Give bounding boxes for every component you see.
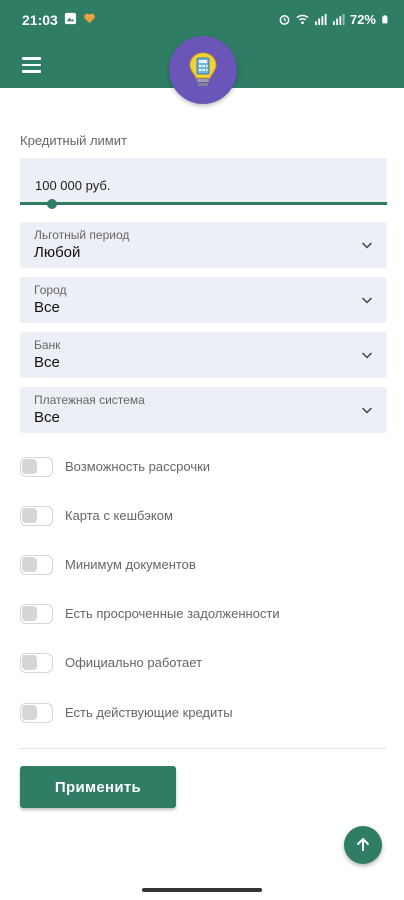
select-label: Город: [34, 283, 67, 297]
status-time: 21:03: [22, 12, 58, 28]
select-label: Платежная система: [34, 393, 145, 407]
menu-icon[interactable]: [22, 54, 44, 76]
toggle-knob: [22, 557, 37, 572]
toggle-switch[interactable]: [20, 457, 53, 477]
select-payment-system[interactable]: Платежная система Все: [20, 387, 387, 433]
gallery-icon: [64, 12, 77, 25]
toggle-row-installment[interactable]: Возможность рассрочки: [20, 455, 387, 479]
lightbulb-calculator-icon: [169, 36, 237, 104]
credit-limit-slider[interactable]: [20, 203, 387, 205]
chevron-down-icon: [361, 352, 373, 359]
signal-icon-2: [332, 13, 345, 26]
select-city[interactable]: Город Все: [20, 277, 387, 323]
toggle-label: Минимум документов: [65, 557, 196, 572]
select-value: Все: [34, 299, 60, 316]
home-indicator[interactable]: [142, 888, 262, 892]
scroll-to-top-button[interactable]: [344, 826, 382, 864]
battery-percent: 72%: [349, 12, 376, 27]
alarm-icon: [279, 15, 290, 25]
select-value: Все: [34, 354, 60, 371]
wifi-icon: [296, 14, 309, 25]
chevron-down-icon: [361, 242, 373, 249]
arrow-up-icon: [356, 837, 370, 851]
battery-icon: [382, 15, 388, 24]
select-label: Банк: [34, 338, 61, 352]
status-right: 72%: [278, 12, 390, 27]
toggle-switch[interactable]: [20, 555, 53, 575]
toggle-switch[interactable]: [20, 506, 53, 526]
toggle-switch[interactable]: [20, 604, 53, 624]
apply-button[interactable]: Применить: [20, 766, 176, 808]
select-value: Любой: [34, 244, 81, 261]
toggle-label: Официально работает: [65, 655, 203, 670]
toggle-row-cashback[interactable]: Карта с кешбэком: [20, 504, 387, 528]
select-bank[interactable]: Банк Все: [20, 332, 387, 378]
toggle-knob: [22, 606, 37, 621]
select-grace-period[interactable]: Льготный период Любой: [20, 222, 387, 268]
toggle-switch[interactable]: [20, 653, 53, 673]
toggle-row-min-documents[interactable]: Минимум документов: [20, 553, 387, 577]
toggle-label: Есть действующие кредиты: [65, 705, 233, 720]
toggle-label: Карта с кешбэком: [65, 508, 173, 523]
credit-limit-value: 100 000 руб.: [35, 178, 111, 193]
toggle-knob: [22, 459, 37, 474]
select-label: Льготный период: [34, 228, 130, 242]
credit-limit-slider-thumb[interactable]: [47, 199, 57, 209]
toggle-row-officially-employed[interactable]: Официально работает: [20, 651, 387, 675]
credit-limit-field[interactable]: 100 000 руб.: [20, 158, 387, 204]
credit-limit-label: Кредитный лимит: [20, 133, 127, 148]
toggle-switch[interactable]: [20, 703, 53, 723]
chevron-down-icon: [361, 407, 373, 414]
toggle-label: Есть просроченные задолженности: [65, 606, 280, 621]
heart-icon: [84, 13, 95, 24]
toggle-label: Возможность рассрочки: [65, 459, 211, 474]
notification-icons: [64, 12, 96, 25]
toggle-knob: [22, 705, 37, 720]
toggle-row-active-credits[interactable]: Есть действующие кредиты: [20, 701, 387, 725]
toggle-knob: [22, 508, 37, 523]
chevron-down-icon: [361, 297, 373, 304]
select-value: Все: [34, 409, 60, 426]
toggle-row-overdue-debts[interactable]: Есть просроченные задолженности: [20, 602, 387, 626]
toggle-knob: [22, 655, 37, 670]
signal-icon: [314, 13, 327, 26]
divider: [20, 748, 387, 749]
